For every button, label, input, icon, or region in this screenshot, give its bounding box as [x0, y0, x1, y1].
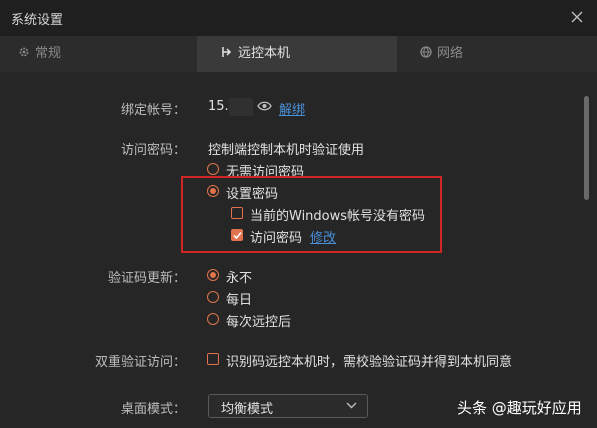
windows-no-password-label: 当前的Windows帐号没有密码: [250, 209, 426, 224]
tab-network-label: 网络: [437, 46, 464, 61]
tab-network[interactable]: 网络: [420, 36, 463, 72]
check-icon: [233, 231, 242, 240]
access-password-description: 控制端控制本机时验证使用: [208, 143, 365, 158]
scrollbar-thumb[interactable]: [584, 96, 589, 200]
access-password-checkbox-label: 访问密码: [250, 231, 303, 246]
unbind-link[interactable]: 解绑: [279, 99, 305, 118]
radio-set-password-label: 设置密码: [226, 187, 279, 202]
remote-control-icon: [222, 47, 232, 57]
tab-remote-control[interactable]: 远控本机: [197, 36, 397, 72]
code-update-label: 验证码更新：: [107, 271, 186, 286]
access-password-label: 访问密码：: [120, 143, 186, 158]
windows-no-password-checkbox[interactable]: [231, 207, 243, 219]
double-verify-checkbox[interactable]: [207, 353, 219, 365]
modify-link[interactable]: 修改: [310, 227, 336, 246]
close-icon[interactable]: [569, 9, 585, 25]
gear-icon: [19, 47, 29, 57]
chevron-down-icon: [346, 402, 357, 409]
tab-bar: 常规 远控本机 网络: [0, 36, 597, 72]
watermark: 头条 @趣玩好应用: [457, 399, 582, 417]
radio-daily[interactable]: [207, 291, 219, 303]
tab-general[interactable]: 常规: [18, 36, 61, 72]
desktop-mode-select[interactable]: 均衡模式: [208, 394, 368, 418]
radio-set-password[interactable]: [207, 185, 219, 197]
double-verify-text: 识别码远控本机时，需校验验证码并得到本机同意: [226, 355, 513, 370]
window-title: 系统设置: [11, 13, 64, 28]
tab-remote-control-label: 远控本机: [238, 46, 291, 61]
radio-never-label: 永不: [226, 271, 253, 286]
bound-account-value: 15.: [208, 99, 229, 114]
eye-icon[interactable]: [257, 100, 272, 112]
radio-no-password[interactable]: [207, 163, 219, 175]
tab-general-label: 常规: [35, 46, 62, 61]
network-icon: [420, 46, 432, 58]
double-verify-label: 双重验证访问：: [94, 355, 186, 370]
radio-daily-label: 每日: [226, 293, 253, 308]
radio-never[interactable]: [207, 269, 219, 281]
desktop-mode-label: 桌面模式：: [120, 402, 186, 417]
radio-after-each-remote-label: 每次远控后: [226, 315, 292, 330]
radio-after-each-remote[interactable]: [207, 313, 219, 325]
bound-account-label: 绑定帐号：: [120, 103, 186, 118]
desktop-mode-value: 均衡模式: [221, 402, 274, 417]
access-password-checkbox[interactable]: [231, 229, 243, 241]
account-mask: [229, 98, 253, 116]
title-bar: 系统设置: [0, 0, 597, 36]
